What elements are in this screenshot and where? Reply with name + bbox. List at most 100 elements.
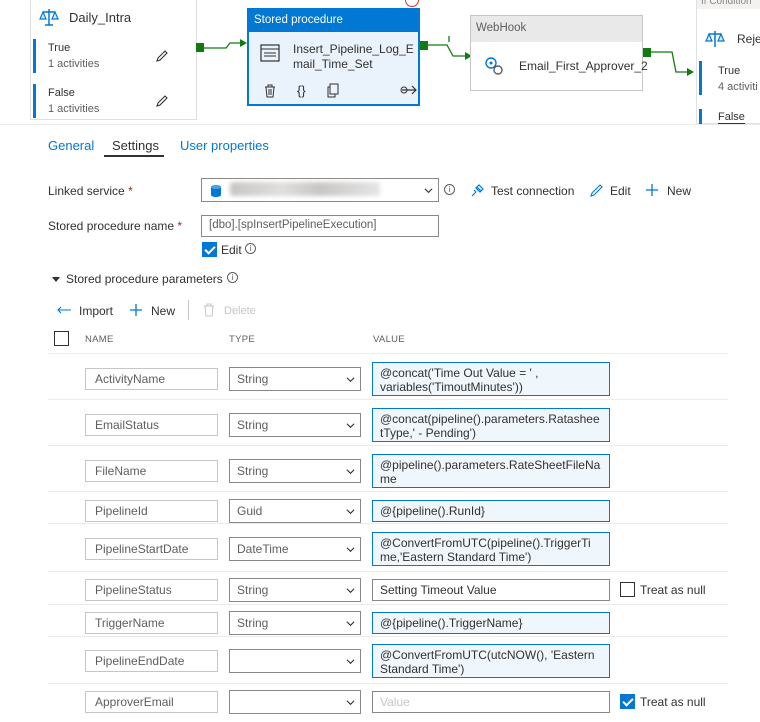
parameter-type-value: String bbox=[237, 464, 269, 478]
branch-label: False bbox=[718, 111, 745, 124]
row-divider bbox=[48, 636, 728, 637]
activity-type-header: WebHook bbox=[471, 16, 642, 42]
parameter-type-dropdown[interactable]: Guid bbox=[229, 499, 361, 523]
parameter-value-field[interactable]: @ConvertFromUTC(utcNOW(), 'Eastern Standa… bbox=[372, 644, 610, 678]
parameter-type-dropdown[interactable]: String bbox=[229, 611, 361, 635]
parameter-type-dropdown[interactable]: DateTime bbox=[229, 537, 361, 561]
if-condition-activity-card[interactable]: If Condition Reje True 4 activiti False bbox=[696, 0, 760, 124]
info-icon[interactable]: i bbox=[227, 272, 238, 283]
parameter-type-value: DateTime bbox=[237, 542, 289, 556]
chevron-down-icon bbox=[346, 423, 355, 429]
parameter-value-line: Value bbox=[380, 695, 410, 709]
if-branch-true[interactable]: True 1 activities bbox=[33, 39, 193, 73]
parameter-type-value: String bbox=[237, 583, 269, 597]
canvas-separator bbox=[0, 124, 760, 125]
edit-linked-service-button[interactable]: Edit bbox=[610, 184, 631, 198]
pipeline-canvas[interactable]: Daily_Intra True 1 activities False 1 ac… bbox=[0, 0, 760, 124]
parameter-value-line: @pipeline().parameters.RateSheetFileNa bbox=[380, 458, 601, 472]
parameter-name-field[interactable]: PipelineStartDate bbox=[85, 538, 218, 560]
parameter-value-field[interactable]: @pipeline().parameters.RateSheetFileNa me bbox=[372, 454, 610, 488]
active-tab-indicator bbox=[104, 155, 164, 157]
tab-general[interactable]: General bbox=[48, 138, 94, 153]
column-header-name: NAME bbox=[85, 334, 114, 345]
pencil-edit-icon[interactable] bbox=[155, 49, 169, 63]
if-activity-title: Daily_Intra bbox=[69, 9, 132, 25]
sp-name-input[interactable]: [dbo].[spInsertPipelineExecution] bbox=[201, 215, 439, 237]
params-section-title[interactable]: Stored procedure parameters bbox=[66, 272, 223, 286]
add-output-icon[interactable] bbox=[400, 83, 420, 98]
parameter-type-dropdown[interactable]: String bbox=[229, 367, 361, 391]
activity-name: Reje bbox=[737, 32, 760, 46]
webhook-icon bbox=[485, 57, 503, 75]
row-divider bbox=[48, 604, 728, 605]
parameter-type-dropdown[interactable]: String bbox=[229, 413, 361, 437]
parameter-value-field[interactable]: @concat(pipeline().parameters.Ratashee tT… bbox=[372, 408, 610, 442]
webhook-activity-card[interactable]: WebHook Email_First_Approver_2 bbox=[470, 15, 648, 91]
treat-as-null-toggle[interactable]: Treat as null bbox=[620, 694, 706, 709]
select-all-checkbox[interactable] bbox=[54, 331, 69, 346]
parameter-name-field[interactable]: TriggerName bbox=[85, 612, 218, 634]
if-branch-true[interactable]: True 4 activiti bbox=[699, 61, 760, 95]
branch-label: True bbox=[718, 65, 741, 77]
treat-as-null-checkbox[interactable] bbox=[620, 694, 635, 709]
treat-as-null-toggle[interactable]: Treat as null bbox=[620, 582, 706, 597]
chevron-down-icon bbox=[346, 659, 355, 665]
new-parameter-button[interactable]: New bbox=[151, 304, 175, 318]
info-icon[interactable]: i bbox=[444, 184, 455, 195]
parameter-value-field[interactable]: @{pipeline().TriggerName} bbox=[372, 612, 610, 634]
test-connection-button[interactable]: Test connection bbox=[491, 184, 574, 198]
parameter-type-dropdown[interactable] bbox=[229, 649, 361, 673]
delete-parameter-button[interactable]: Delete bbox=[224, 305, 256, 317]
parameter-name-field[interactable]: PipelineStatus bbox=[85, 579, 218, 601]
activity-name: Email_First_Approver_2 bbox=[519, 59, 648, 73]
if-activity-header: Daily_Intra bbox=[39, 7, 131, 27]
database-icon bbox=[211, 185, 221, 197]
parameter-name-field[interactable]: PipelineEndDate bbox=[85, 650, 218, 672]
row-divider bbox=[48, 571, 728, 572]
parameter-name-field[interactable]: PipelineId bbox=[85, 500, 218, 522]
delete-icon[interactable] bbox=[263, 83, 277, 98]
delete-icon bbox=[204, 303, 214, 317]
if-branch-false[interactable]: False 1 activities bbox=[33, 84, 193, 118]
edit-checkbox[interactable] bbox=[202, 242, 217, 257]
column-header-type: TYPE bbox=[229, 334, 256, 345]
parameter-value-line: me bbox=[380, 472, 397, 486]
parameter-value-field[interactable]: Value bbox=[372, 691, 610, 713]
parameter-type-dropdown[interactable]: String bbox=[229, 459, 361, 483]
if-activity-card[interactable]: Daily_Intra True 1 activities False 1 ac… bbox=[30, 0, 197, 120]
parameter-value-line: Standard Time') bbox=[380, 662, 465, 676]
parameter-value-line: tType,' - Pending') bbox=[380, 426, 476, 440]
plug-icon bbox=[471, 184, 484, 197]
parameter-name-field[interactable]: ActivityName bbox=[85, 368, 218, 390]
parameter-value-field[interactable]: @{pipeline().RunId} bbox=[372, 500, 610, 522]
branch-activity-count: 4 activiti bbox=[718, 81, 758, 93]
tab-user-properties[interactable]: User properties bbox=[180, 138, 269, 153]
add-icon bbox=[646, 184, 658, 196]
parameter-name-field[interactable]: EmailStatus bbox=[85, 414, 218, 436]
if-branch-false[interactable]: False bbox=[699, 109, 760, 124]
parameter-type-value: String bbox=[237, 418, 269, 432]
new-linked-service-button[interactable]: New bbox=[667, 184, 691, 198]
edit-checkbox-label: Edit bbox=[221, 243, 242, 257]
row-divider bbox=[48, 683, 728, 684]
parameter-name-field[interactable]: FileName bbox=[85, 460, 218, 482]
pencil-edit-icon[interactable] bbox=[155, 94, 169, 108]
redacted-value bbox=[230, 182, 380, 196]
parameter-type-dropdown[interactable] bbox=[229, 690, 361, 714]
treat-as-null-checkbox[interactable] bbox=[620, 582, 635, 597]
import-button[interactable]: Import bbox=[79, 304, 113, 318]
info-icon[interactable]: i bbox=[245, 243, 256, 254]
chevron-down-icon bbox=[424, 188, 433, 194]
parameter-value-field[interactable]: @concat('Time Out Value = ' , variables('… bbox=[372, 362, 610, 396]
collapse-triangle-icon[interactable] bbox=[52, 275, 60, 283]
clone-icon[interactable] bbox=[326, 83, 340, 98]
if-condition-icon bbox=[705, 31, 725, 47]
stored-procedure-activity-card[interactable]: Stored procedure Insert_Pipeline_Log_Ema… bbox=[247, 8, 420, 106]
parameter-name-field[interactable]: ApproverEmail bbox=[85, 691, 218, 713]
parameter-value-field[interactable]: @ConvertFromUTC(pipeline().TriggerTi me,'… bbox=[372, 532, 610, 566]
tab-settings[interactable]: Settings bbox=[112, 138, 159, 153]
parameter-value-field[interactable]: Setting Timeout Value bbox=[372, 579, 610, 601]
chevron-down-icon bbox=[346, 377, 355, 383]
code-icon[interactable]: {} bbox=[297, 83, 306, 98]
parameter-type-dropdown[interactable]: String bbox=[229, 578, 361, 602]
